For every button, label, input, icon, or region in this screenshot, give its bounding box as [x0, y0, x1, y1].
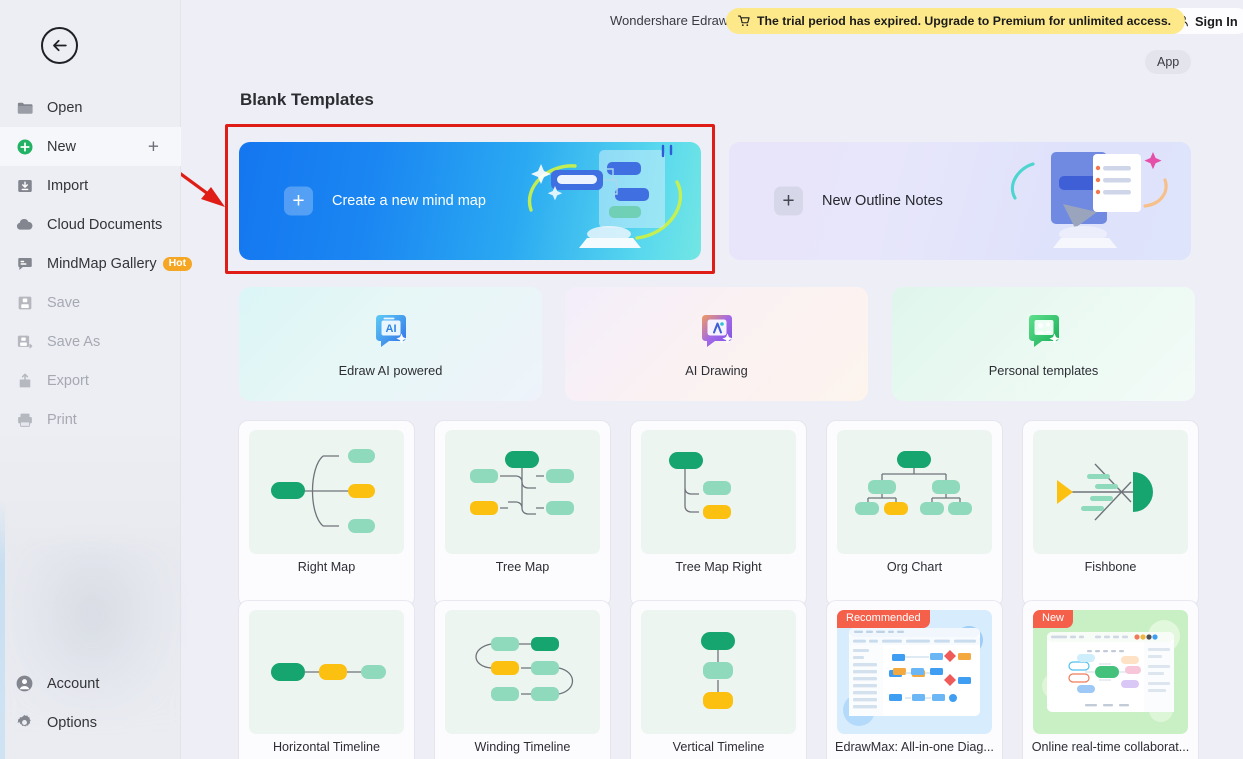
- sidebar-item-label: Save As: [47, 333, 101, 350]
- template-label: EdrawMax: All-in-one Diag...: [835, 740, 994, 754]
- sidebar-item-label: Cloud Documents: [47, 216, 163, 233]
- template-label: Tree Map Right: [675, 560, 762, 574]
- template-label: Right Map: [297, 560, 356, 574]
- create-new-mind-map-card[interactable]: + Create a new mind map: [239, 142, 701, 260]
- template-label: Online real-time collaborat...: [1031, 740, 1190, 754]
- sidebar-item-label: Export: [47, 372, 89, 389]
- sidebar-item-account[interactable]: Account: [0, 664, 181, 703]
- create-mind-map-label: Create a new mind map: [332, 193, 486, 209]
- template-label: Fishbone: [1084, 560, 1137, 574]
- personal-templates-card[interactable]: Personal templates: [892, 287, 1195, 401]
- plus-icon: +: [284, 186, 313, 216]
- sidebar-item-cloud-documents[interactable]: Cloud Documents: [0, 205, 181, 244]
- template-thumbnail: [837, 610, 992, 734]
- mind-map-illustration: [527, 144, 683, 248]
- sidebar-item-new[interactable]: New +: [0, 127, 181, 166]
- sidebar-item-label: Save: [47, 294, 81, 311]
- sidebar-item-label: Import: [47, 177, 89, 194]
- template-thumbnail: [641, 610, 796, 734]
- template-label: Horizontal Timeline: [272, 740, 381, 754]
- sidebar-item-mindmap-gallery[interactable]: MindMap Gallery Hot: [0, 244, 193, 283]
- gallery-icon: [14, 253, 35, 274]
- trial-banner-text: The trial period has expired. Upgrade to…: [757, 14, 1172, 28]
- annotation-arrow: [181, 172, 225, 207]
- sidebar-item-options[interactable]: Options: [0, 703, 181, 742]
- template-label: Winding Timeline: [474, 740, 571, 754]
- account-icon: [14, 673, 35, 694]
- back-arrow-icon: [53, 39, 67, 52]
- trial-expired-banner[interactable]: The trial period has expired. Upgrade to…: [726, 8, 1186, 34]
- template-thumbnail: [445, 610, 600, 734]
- sidebar-item-label: Options: [47, 714, 97, 731]
- outline-notes-illustration: [1010, 152, 1168, 248]
- folder-icon: [14, 97, 35, 118]
- sidebar-item-label: MindMap Gallery: [47, 255, 157, 272]
- new-add-button[interactable]: +: [148, 137, 159, 156]
- ai-document-icon: AI: [371, 310, 411, 350]
- cloud-icon: [14, 214, 35, 235]
- sidebar-item-save[interactable]: Save: [0, 283, 181, 322]
- gear-icon: [14, 712, 35, 733]
- sidebar-item-save-as[interactable]: Save As: [0, 322, 181, 361]
- sidebar-item-open[interactable]: Open: [0, 88, 181, 127]
- ai-drawing-label: AI Drawing: [685, 363, 748, 378]
- template-thumbnail: [837, 430, 992, 554]
- template-card-online-collaboration-promo[interactable]: New Online real-time collaborat...: [1023, 601, 1198, 759]
- template-card-fishbone[interactable]: Fishbone: [1023, 421, 1198, 606]
- template-thumbnail: [641, 430, 796, 554]
- ai-drawing-card[interactable]: AI Drawing: [565, 287, 868, 401]
- template-card-horizontal-timeline[interactable]: Horizontal Timeline: [239, 601, 414, 759]
- template-thumbnail: [1033, 430, 1188, 554]
- template-label: Tree Map: [495, 560, 550, 574]
- svg-text:AI: AI: [385, 323, 396, 335]
- sidebar-item-label: New: [47, 138, 77, 155]
- new-badge: New: [1033, 610, 1074, 628]
- edraw-ai-powered-card[interactable]: AI Edraw AI powered: [239, 287, 542, 401]
- edrawmind-start-page: Open New + Import Cloud Documents MindMa…: [0, 0, 1243, 759]
- template-thumbnail: [445, 430, 600, 554]
- main-content: Blank Templates + Create a new mind map: [181, 0, 1243, 759]
- personal-templates-icon: [1024, 310, 1064, 350]
- new-outline-notes-card[interactable]: + New Outline Notes: [729, 142, 1191, 260]
- edraw-ai-powered-label: Edraw AI powered: [338, 363, 443, 378]
- template-card-right-map[interactable]: Right Map: [239, 421, 414, 606]
- template-card-winding-timeline[interactable]: Winding Timeline: [435, 601, 610, 759]
- template-thumbnail: [249, 610, 404, 734]
- ai-drawing-icon: [697, 310, 737, 350]
- sidebar-nav-bottom: Account Options: [0, 664, 181, 742]
- save-icon: [14, 292, 35, 313]
- template-thumbnail: [249, 430, 404, 554]
- plus-icon: +: [774, 186, 803, 216]
- shopping-cart-icon: [737, 14, 751, 28]
- template-card-vertical-timeline[interactable]: Vertical Timeline: [631, 601, 806, 759]
- sidebar-item-import[interactable]: Import: [0, 166, 181, 205]
- template-card-org-chart[interactable]: Org Chart: [827, 421, 1002, 606]
- export-icon: [14, 370, 35, 391]
- save-as-icon: [14, 331, 35, 352]
- sidebar-nav: Open New + Import Cloud Documents MindMa…: [0, 88, 193, 439]
- recommended-badge: Recommended: [837, 610, 930, 628]
- template-thumbnail: [1033, 610, 1188, 734]
- print-icon: [14, 409, 35, 430]
- template-card-edrawmax-promo[interactable]: Recommended EdrawMax: All-in-one Diag...: [827, 601, 1002, 759]
- sidebar-item-export[interactable]: Export: [0, 361, 181, 400]
- new-outline-notes-label: New Outline Notes: [822, 193, 943, 209]
- hot-badge: Hot: [162, 256, 193, 271]
- personal-templates-label: Personal templates: [988, 363, 1099, 378]
- sidebar-item-print[interactable]: Print: [0, 400, 181, 439]
- import-icon: [14, 175, 35, 196]
- page-title: Blank Templates: [240, 90, 374, 109]
- template-card-tree-map-right[interactable]: Tree Map Right: [631, 421, 806, 606]
- sidebar: Open New + Import Cloud Documents MindMa…: [0, 0, 193, 759]
- back-button[interactable]: [41, 27, 78, 64]
- template-card-tree-map[interactable]: Tree Map: [435, 421, 610, 606]
- plus-circle-icon: [14, 136, 35, 157]
- template-label: Vertical Timeline: [672, 740, 765, 754]
- sidebar-item-label: Open: [47, 99, 83, 116]
- sidebar-item-label: Account: [47, 675, 100, 692]
- template-label: Org Chart: [886, 560, 943, 574]
- sidebar-item-label: Print: [47, 411, 77, 428]
